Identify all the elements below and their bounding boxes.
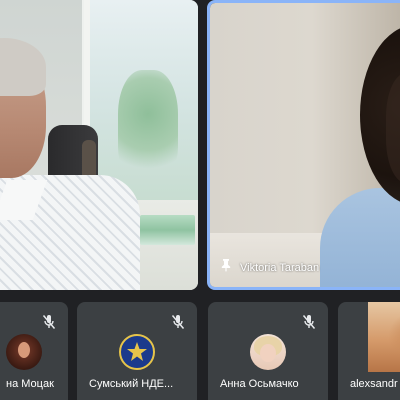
books <box>140 215 195 245</box>
pin-icon[interactable] <box>220 258 232 277</box>
video-tile-main-2[interactable]: Viktoria Taraban <box>207 0 400 290</box>
participant-tile[interactable]: на Моцак <box>0 302 68 400</box>
avatar <box>250 334 286 370</box>
mic-off-icon <box>171 314 185 330</box>
participant-name: alexsandr <box>350 378 398 390</box>
video-tile-main-1[interactable] <box>0 0 198 290</box>
participant-tile[interactable]: Анна Осьмачко <box>208 302 328 400</box>
participant-tile[interactable]: alexsandr <box>338 302 400 400</box>
participant-name: Сумський НДЕ... <box>89 378 174 390</box>
organization-logo <box>119 334 155 370</box>
avatar <box>6 334 42 370</box>
meeting-stage: Viktoria Taraban на Моцак Сумський НДЕ..… <box>0 0 400 400</box>
participant-name: Viktoria Taraban <box>240 261 320 274</box>
participant-name: Анна Осьмачко <box>220 378 299 390</box>
participant-label: Viktoria Taraban <box>220 258 319 277</box>
tree <box>118 70 178 180</box>
participant-tile[interactable]: Сумський НДЕ... <box>77 302 197 400</box>
mic-off-icon <box>302 314 316 330</box>
participant-name: на Моцак <box>6 378 54 390</box>
mic-off-icon <box>42 314 56 330</box>
